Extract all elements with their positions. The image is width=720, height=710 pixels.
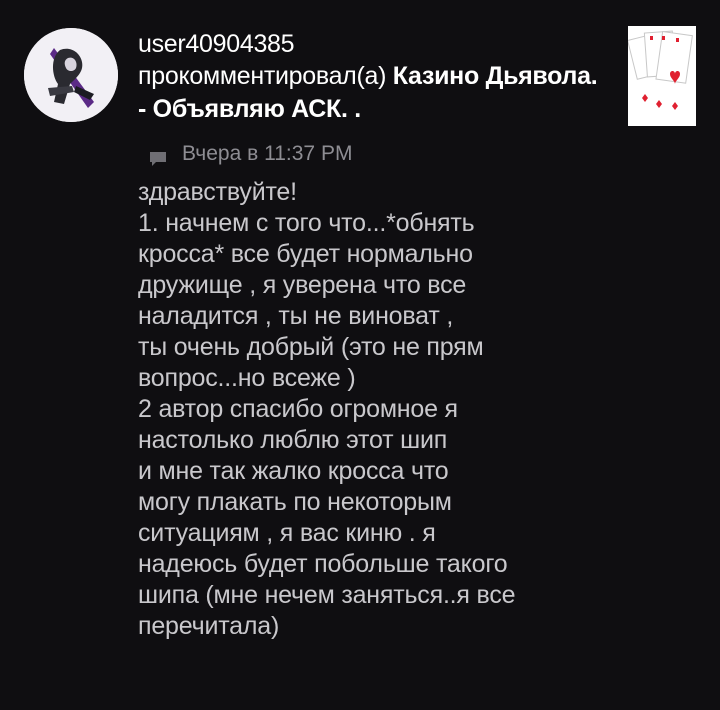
comment-meta: Вчера в 11:37 PM (150, 141, 352, 167)
comment-line: 1. начнем с того что...*обнять (138, 209, 475, 237)
comment-line: вопрос...но всеже ) (138, 364, 356, 392)
comment-line: 2 автор спасибо огромное я (138, 395, 458, 423)
avatar-image (24, 28, 118, 122)
comment-line: надеюсь будет побольше такого (138, 550, 508, 578)
comment-line: ситуациям , я вас киню . я (138, 519, 436, 547)
comment-line: кросса* все будет нормально (138, 240, 473, 268)
playing-cards-icon (628, 26, 696, 126)
comment-header: user40904385 прокомментировал(а) Казино … (138, 28, 608, 126)
action-line: прокомментировал(а) Казино Дьявола. - Об… (138, 60, 608, 126)
comment-line: шипа (мне нечем заняться..я все (138, 581, 516, 609)
user-avatar[interactable] (24, 28, 118, 122)
comment-line: перечитала) (138, 612, 280, 640)
action-text: прокомментировал(а) (138, 62, 387, 90)
comment-line: здравствуйте! (138, 178, 297, 206)
comment-line: ты очень добрый (это не прям (138, 333, 484, 361)
comment-line: и мне так жалко кросса что (138, 457, 449, 485)
username-link[interactable]: user40904385 (138, 28, 608, 60)
comment-line: наладится , ты не виноват , (138, 302, 454, 330)
comment-line: настолько люблю этот шип (138, 426, 448, 454)
post-thumbnail[interactable] (628, 26, 696, 126)
comment-line: дружище , я уверена что все (138, 271, 467, 299)
comment-icon (150, 147, 166, 166)
timestamp: Вчера в 11:37 PM (182, 142, 353, 165)
comment-text: здравствуйте! 1. начнем с того что...*обн… (138, 177, 698, 642)
comment-line: могу плакать по некоторым (138, 488, 452, 516)
